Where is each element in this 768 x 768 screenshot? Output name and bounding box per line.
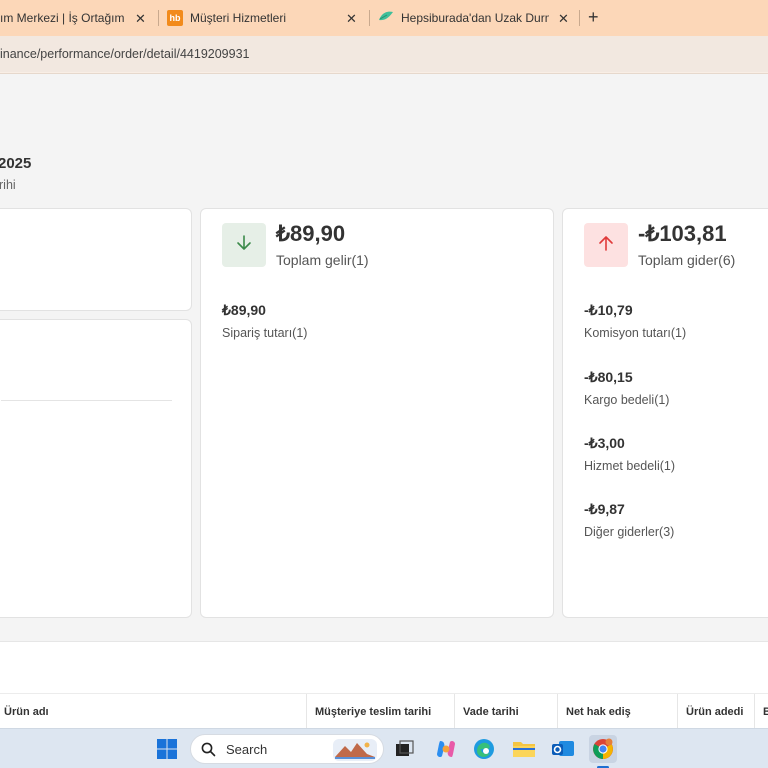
- search-highlight-image-icon: [333, 739, 377, 766]
- url-field[interactable]: inance/performance/order/detail/44192099…: [0, 36, 768, 72]
- shipping-value: -₺80,15: [584, 369, 633, 385]
- other-expenses-label: Diğer giderler(3): [584, 525, 675, 539]
- table-header-row: Ürün adı Müşteriye teslim tarihi Vade ta…: [0, 693, 768, 730]
- service-fee-value: -₺3,00: [584, 435, 625, 451]
- close-tab-icon[interactable]: ✕: [135, 11, 146, 27]
- expense-total: -₺103,81: [638, 221, 727, 246]
- products-table: Ürün adı Müşteriye teslim tarihi Vade ta…: [0, 641, 768, 730]
- leaf-favicon-icon: [378, 10, 394, 27]
- column-header-delivery-date[interactable]: Müşteriye teslim tarihi: [306, 694, 454, 730]
- file-explorer-icon[interactable]: [510, 735, 538, 763]
- service-fee-label: Hizmet bedeli(1): [584, 459, 676, 473]
- search-placeholder: Search: [226, 741, 268, 757]
- order-amount-label: Sipariş tutarı(1): [222, 326, 308, 340]
- tab-divider: [579, 10, 580, 26]
- tab-title: Müşteri Hizmetleri: [190, 11, 287, 25]
- copilot-icon[interactable]: [432, 735, 460, 763]
- order-detail-card: [0, 319, 192, 618]
- search-icon: [201, 742, 216, 757]
- expense-total-label: Toplam gider(6): [638, 252, 736, 268]
- shipping-label: Kargo bedeli(1): [584, 393, 670, 407]
- income-icon-box: [222, 223, 266, 267]
- outlook-icon[interactable]: [549, 735, 577, 763]
- other-expenses-value: -₺9,87: [584, 501, 625, 517]
- chrome-browser-icon[interactable]: [589, 735, 617, 763]
- divider: [1, 400, 172, 401]
- column-header-due-date[interactable]: Vade tarihi: [454, 694, 557, 730]
- browser-tab-bar: ım Merkezi | İş Ortağım ✕ hb Müşteri Hiz…: [0, 0, 768, 36]
- column-header-quantity[interactable]: Ürün adedi: [677, 694, 754, 730]
- column-header-product-name[interactable]: Ürün adı: [0, 694, 306, 730]
- order-amount-value: ₺89,90: [222, 302, 266, 318]
- commission-value: -₺10,79: [584, 302, 633, 318]
- windows-taskbar: Search: [0, 728, 768, 768]
- arrow-up-icon: [596, 233, 616, 258]
- column-header-net-earnings[interactable]: Net hak ediş: [557, 694, 677, 730]
- tab-musteri-hizmetleri[interactable]: hb Müşteri Hizmetleri ✕: [167, 0, 369, 36]
- task-view-icon[interactable]: [391, 735, 419, 763]
- url-text: inance/performance/order/detail/44192099…: [0, 47, 250, 61]
- income-total: ₺89,90: [276, 221, 346, 246]
- close-tab-icon[interactable]: ✕: [346, 11, 357, 27]
- windows-start-icon[interactable]: [153, 735, 181, 763]
- close-tab-icon[interactable]: ✕: [558, 11, 569, 27]
- column-header-partial[interactable]: B: [754, 694, 768, 730]
- hepsiburada-favicon-icon: hb: [167, 10, 183, 26]
- arrow-down-icon: [234, 233, 254, 258]
- taskbar-search-box[interactable]: Search: [190, 734, 384, 764]
- address-bar-area: inance/performance/order/detail/44192099…: [0, 36, 768, 74]
- tab-hepsiburada-uzak[interactable]: Hepsiburada'dan Uzak Durmak ✕: [378, 0, 578, 36]
- tab-divider: [369, 10, 370, 26]
- page-subtitle: rihi: [0, 178, 16, 192]
- tab-title: ım Merkezi | İş Ortağım: [0, 11, 125, 25]
- expense-icon-box: [584, 223, 628, 267]
- page-title: 2025: [0, 155, 32, 172]
- tab-divider: [158, 10, 159, 26]
- income-card: ₺89,90 Toplam gelir(1) ₺89,90 Sipariş tu…: [200, 208, 554, 618]
- order-summary-card: [0, 208, 192, 311]
- expense-card: -₺103,81 Toplam gider(6) -₺10,79 Komisyo…: [562, 208, 768, 618]
- income-total-label: Toplam gelir(1): [276, 252, 369, 268]
- new-tab-button[interactable]: +: [588, 8, 599, 26]
- tab-is-ortagim[interactable]: ım Merkezi | İş Ortağım ✕: [0, 0, 158, 36]
- tab-title: Hepsiburada'dan Uzak Durmak: [401, 11, 549, 25]
- commission-label: Komisyon tutarı(1): [584, 326, 687, 340]
- edge-browser-icon[interactable]: [470, 735, 498, 763]
